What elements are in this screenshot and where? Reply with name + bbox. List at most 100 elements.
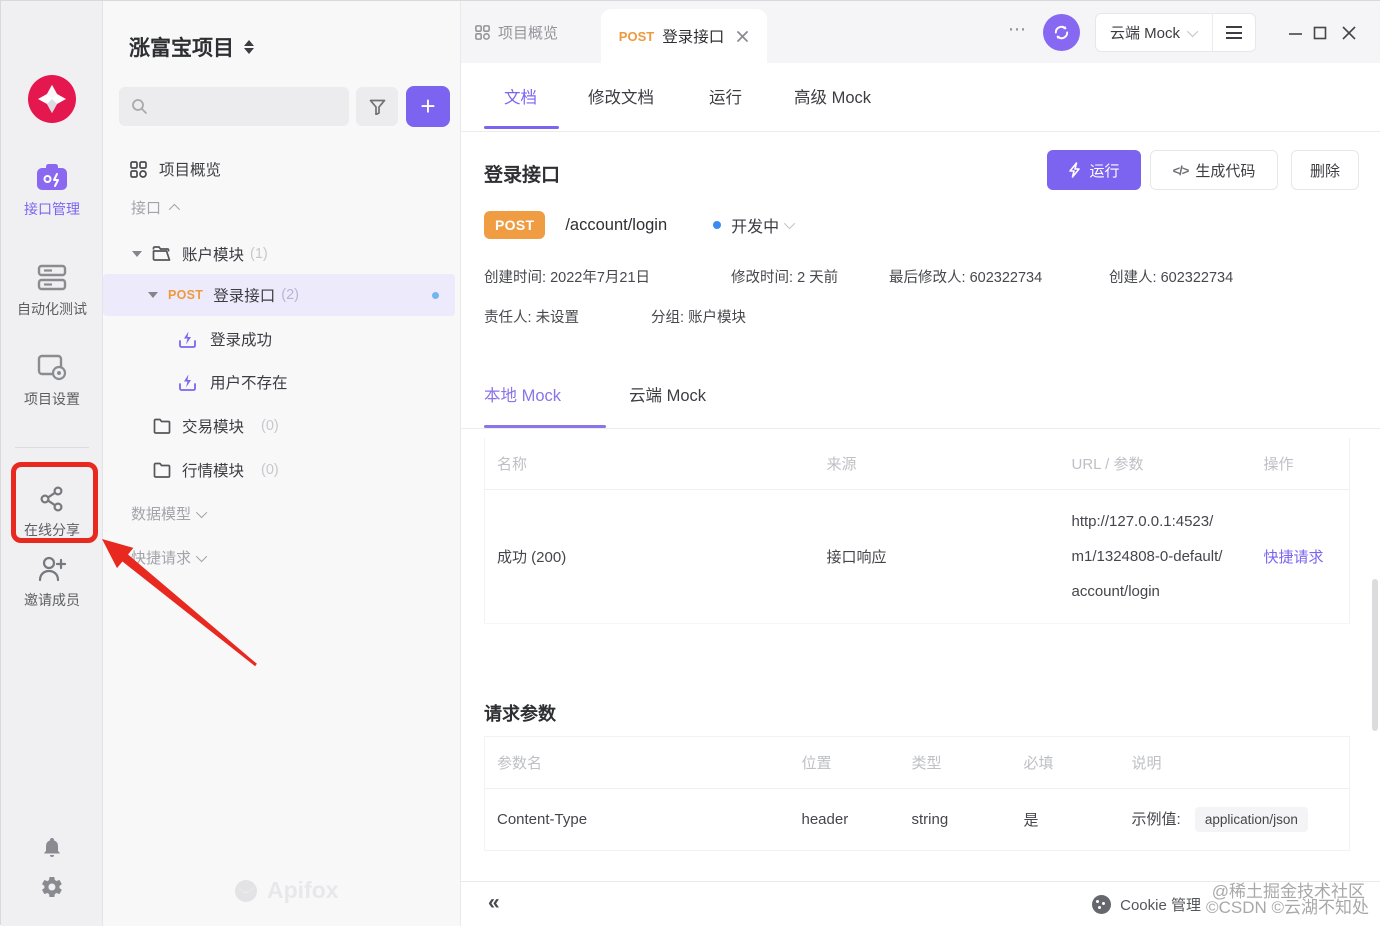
funnel-icon: [369, 99, 386, 115]
tab-local-mock[interactable]: 本地 Mock: [484, 382, 561, 406]
project-switch-icon: [244, 40, 254, 54]
tab-cloud-mock[interactable]: 云端 Mock: [629, 382, 706, 406]
generate-code-button[interactable]: </> 生成代码: [1150, 150, 1278, 190]
tab-doc[interactable]: 文档: [504, 63, 537, 129]
more-tabs-button[interactable]: ⋯: [1008, 19, 1027, 40]
delete-button[interactable]: 删除: [1291, 150, 1359, 190]
request-params-table: 参数名 位置 类型 必填 说明 Content-Type header stri…: [484, 736, 1350, 851]
sidebar-item-label: 接口管理: [24, 199, 80, 219]
tree-section-api[interactable]: 接口: [131, 197, 177, 218]
param-required-cell: 是: [1012, 789, 1120, 851]
sidebar-item-project-settings[interactable]: 项目设置: [1, 351, 103, 409]
tree-folder-account[interactable]: 账户模块 (1): [103, 234, 455, 274]
tree-api-login-selected[interactable]: POST 登录接口 (2): [103, 274, 455, 316]
param-location-cell: header: [790, 789, 900, 851]
main-area: 项目概览 POST 登录接口 登录接口(登录成功) ⋯: [461, 1, 1380, 926]
cookie-manage-button[interactable]: Cookie 管理: [1092, 894, 1201, 915]
code-icon: </>: [1173, 163, 1189, 178]
notifications-bell-button[interactable]: [40, 835, 64, 864]
filter-button[interactable]: [356, 87, 398, 126]
collapse-sidebar-button[interactable]: «: [488, 891, 500, 915]
window-close-button[interactable]: [1337, 21, 1361, 45]
folder-name: 账户模块: [182, 243, 244, 265]
tab-login-api-active[interactable]: POST 登录接口: [601, 9, 767, 63]
tab-project-overview[interactable]: 项目概览: [463, 1, 570, 63]
env-selected-value: 云端 Mock: [1110, 22, 1180, 43]
api-tree-panel: 涨富宝项目 + 项目概览 接口: [103, 1, 461, 926]
param-type-cell: string: [900, 789, 1012, 851]
auto-test-icon: [35, 263, 69, 293]
col-param-name: 参数名: [485, 737, 790, 789]
section-label: 接口: [131, 197, 161, 218]
tree-mock-case-login-success[interactable]: 登录成功: [103, 318, 455, 360]
sidebar-item-label: 在线分享: [24, 520, 80, 540]
tree-folder-trade[interactable]: 交易模块 (0): [103, 405, 455, 447]
apifox-window: 接口管理 自动化测试 项目设置: [0, 0, 1380, 925]
api-name: 登录接口: [213, 284, 275, 306]
chevron-down-icon: [784, 218, 795, 229]
tab-run[interactable]: 运行: [709, 63, 742, 129]
tree-section-data-model[interactable]: 数据模型: [131, 503, 207, 524]
section-label: 快捷请求: [131, 547, 191, 568]
tree-folder-market[interactable]: 行情模块 (0): [103, 449, 455, 491]
method-post-label: POST: [619, 29, 654, 44]
quick-request-link[interactable]: 快捷请求: [1264, 549, 1324, 566]
vertical-scrollbar-thumb[interactable]: [1372, 579, 1378, 731]
apifox-bird-icon: [233, 878, 259, 904]
minimize-icon: [1288, 26, 1303, 41]
maximize-icon: [1313, 26, 1327, 40]
section-label: 数据模型: [131, 503, 191, 524]
divider: [461, 428, 1380, 429]
mock-table-row: 成功 (200) 接口响应 http://127.0.0.1:4523/m1/1…: [485, 490, 1350, 624]
window-maximize-button[interactable]: [1308, 21, 1332, 45]
mock-url-cell[interactable]: http://127.0.0.1:4523/m1/1324808-0-defau…: [1072, 504, 1224, 609]
tab-advanced-mock[interactable]: 高级 Mock: [794, 63, 871, 129]
sidebar-item-label: 邀请成员: [24, 590, 80, 610]
app-logo[interactable]: [28, 75, 76, 123]
tree-item-label: 项目概览: [159, 158, 221, 180]
sidebar-item-api-manage[interactable]: 接口管理: [1, 161, 103, 219]
tab-edit-doc[interactable]: 修改文档: [588, 63, 654, 129]
meta-modified-time: 修改时间: 2 天前: [731, 266, 838, 287]
case-label: 登录成功: [210, 328, 272, 350]
sync-button[interactable]: [1043, 14, 1080, 51]
status-dot: [713, 221, 721, 229]
sidebar-item-online-share[interactable]: 在线分享: [1, 484, 103, 540]
caret-down-icon: [132, 251, 142, 257]
meta-creator: 创建人: 602322734: [1109, 266, 1233, 287]
doc-tab-row: 文档 修改文档 运行 高级 Mock: [461, 63, 1380, 132]
folder-count: (0): [261, 462, 279, 478]
param-name-cell: Content-Type: [485, 789, 790, 851]
menu-hamburger-button[interactable]: [1213, 26, 1255, 39]
search-icon: [131, 98, 148, 115]
tree-item-project-overview[interactable]: 项目概览: [103, 151, 455, 187]
tree-section-quick-request[interactable]: 快捷请求: [131, 547, 207, 568]
folder-name: 行情模块: [182, 459, 244, 481]
search-input[interactable]: [119, 87, 349, 126]
chevron-up-icon: [169, 203, 180, 214]
window-minimize-button[interactable]: [1283, 21, 1307, 45]
run-button[interactable]: 运行: [1047, 150, 1141, 190]
bell-icon: [40, 835, 64, 859]
sidebar-item-label: 自动化测试: [17, 299, 87, 319]
tree-mock-case-user-missing[interactable]: 用户不存在: [103, 361, 455, 403]
close-icon[interactable]: [736, 30, 749, 43]
env-selector-dropdown[interactable]: 云端 Mock: [1096, 22, 1212, 43]
sync-refresh-icon: [1051, 22, 1072, 43]
sidebar-item-auto-test[interactable]: 自动化测试: [1, 263, 103, 319]
mock-bolt-icon: [178, 330, 197, 349]
add-button[interactable]: +: [406, 86, 450, 127]
example-label: 示例值:: [1132, 811, 1181, 828]
sidebar-item-invite-member[interactable]: 邀请成员: [1, 554, 103, 610]
app-settings-button[interactable]: [40, 875, 64, 904]
primary-sidebar: 接口管理 自动化测试 项目设置: [1, 1, 103, 926]
status-dropdown[interactable]: 开发中: [731, 213, 779, 237]
col-location: 位置: [790, 737, 900, 789]
meta-owner: 责任人: 未设置: [484, 306, 579, 327]
col-name: 名称: [485, 438, 815, 490]
project-switcher[interactable]: 涨富宝项目: [129, 32, 254, 62]
caret-down-icon: [148, 292, 158, 298]
overview-grid-icon: [130, 161, 147, 178]
request-params-title: 请求参数: [484, 700, 556, 726]
overview-grid-icon: [475, 25, 490, 40]
